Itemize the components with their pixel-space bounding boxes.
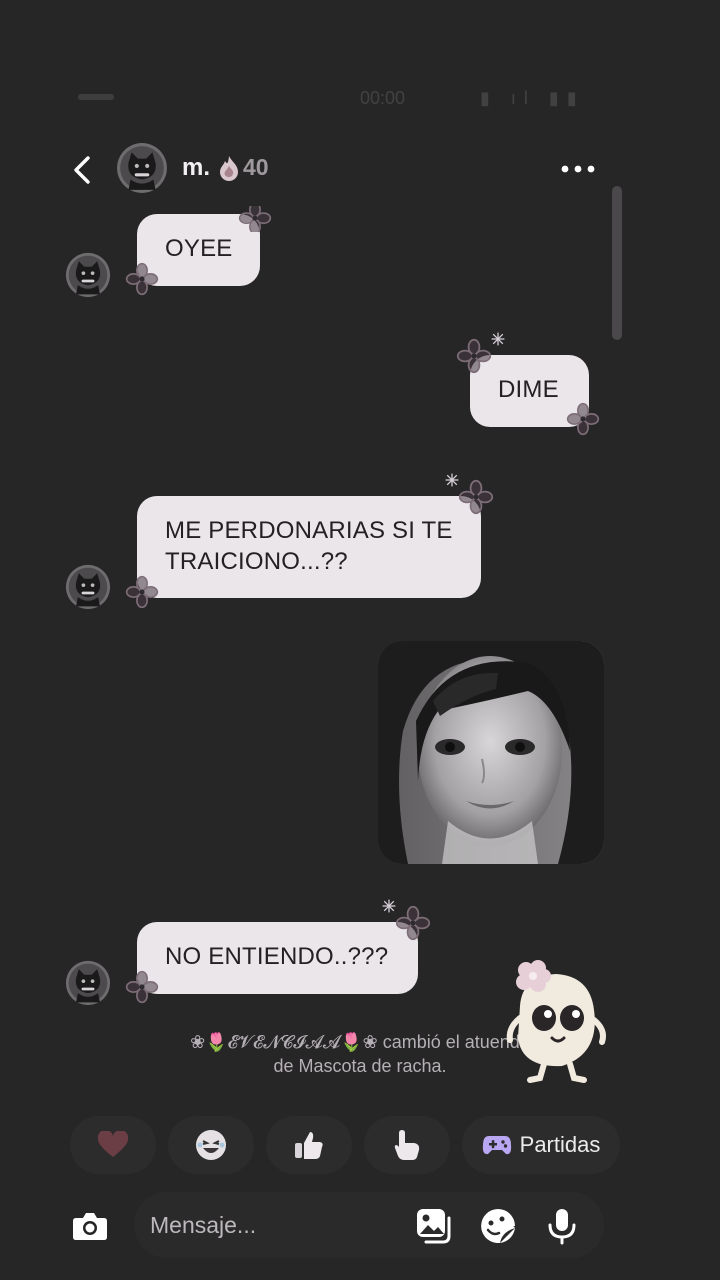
- contact-avatar[interactable]: [65, 960, 111, 1006]
- thumbs-up-icon: [295, 1132, 323, 1159]
- message-input[interactable]: [134, 1192, 604, 1258]
- sparkle-icon: [381, 898, 397, 914]
- pointing-hand-icon: [394, 1130, 420, 1160]
- message-text: OYEE: [165, 235, 233, 262]
- laughing-face-icon: [196, 1130, 226, 1160]
- photo-message[interactable]: [378, 641, 604, 864]
- games-button[interactable]: Partidas: [462, 1116, 620, 1174]
- flower-decoration-icon: [395, 905, 431, 941]
- games-label: Partidas: [519, 1132, 601, 1157]
- message-text: DIME: [498, 376, 559, 403]
- flower-decoration-icon: [125, 575, 159, 609]
- status-bar: 00:00 ▮ ıl ▮▮: [0, 82, 720, 112]
- gamepad-icon: [482, 1136, 511, 1155]
- message-composer: [56, 1192, 664, 1258]
- selfie-photo: [378, 641, 604, 864]
- message-text: ME PERDONARIAS SI TE TRAICIONO...??: [165, 517, 453, 575]
- sparkle-icon: [444, 472, 460, 488]
- sparkle-icon: [490, 331, 506, 347]
- flower-decoration-icon: [125, 262, 159, 296]
- gallery-button[interactable]: [414, 1206, 454, 1246]
- flower-decoration-icon: [458, 479, 494, 515]
- contact-name[interactable]: m.: [182, 154, 210, 182]
- heart-reaction-button[interactable]: [70, 1116, 156, 1174]
- quick-reactions-bar: Partidas: [70, 1116, 630, 1174]
- contact-avatar[interactable]: [116, 142, 168, 194]
- streak-count: 40: [243, 154, 269, 180]
- flower-decoration-icon: [238, 206, 272, 232]
- sticker-icon: [481, 1209, 515, 1243]
- status-icons: ▮ ıl ▮▮: [480, 88, 585, 108]
- contact-avatar[interactable]: [65, 252, 111, 298]
- fire-icon: [220, 155, 238, 181]
- chevron-left-icon: [74, 156, 90, 184]
- sticker-button[interactable]: [478, 1206, 518, 1246]
- gallery-icon: [417, 1209, 451, 1244]
- contact-avatar[interactable]: [65, 564, 111, 610]
- flower-decoration-icon: [566, 402, 600, 436]
- back-button[interactable]: [66, 150, 100, 190]
- scrollbar[interactable]: [612, 186, 622, 340]
- message-text: NO ENTIENDO..???: [165, 943, 389, 970]
- more-options-button[interactable]: [558, 154, 598, 184]
- microphone-icon: [548, 1209, 576, 1245]
- status-time: 00:00: [360, 88, 406, 108]
- message-bubble[interactable]: ME PERDONARIAS SI TE TRAICIONO...??: [137, 496, 481, 598]
- camera-button[interactable]: [70, 1206, 110, 1246]
- thumbs-up-reaction-button[interactable]: [266, 1116, 352, 1174]
- laugh-reaction-button[interactable]: [168, 1116, 254, 1174]
- flower-decoration-icon: [125, 970, 159, 1004]
- message-bubble[interactable]: NO ENTIENDO..???: [137, 922, 418, 994]
- point-reaction-button[interactable]: [364, 1116, 450, 1174]
- voice-button[interactable]: [542, 1206, 582, 1246]
- streak-badge: 40: [218, 154, 269, 181]
- flower-decoration-icon: [456, 338, 492, 374]
- heart-icon: [97, 1131, 129, 1157]
- camera-icon: [73, 1213, 107, 1240]
- streak-pet-icon: [506, 960, 606, 1083]
- status-bar-left: [78, 94, 114, 100]
- more-horizontal-icon: [561, 165, 595, 173]
- streak-pet[interactable]: [500, 958, 612, 1086]
